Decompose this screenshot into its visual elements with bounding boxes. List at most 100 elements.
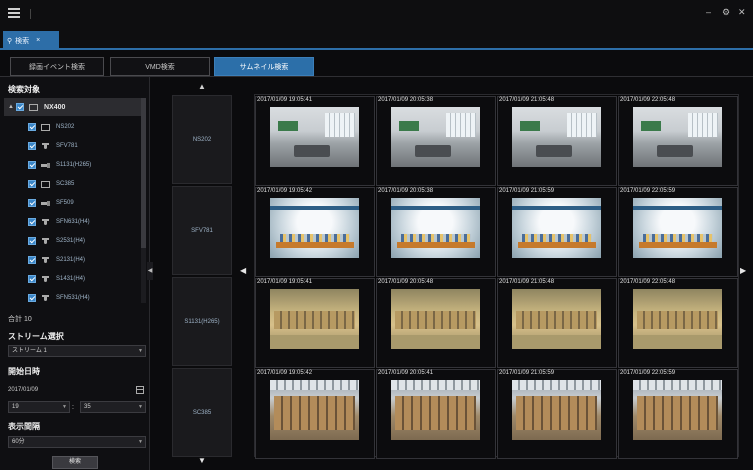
- thumbnail-image[interactable]: [633, 380, 722, 440]
- tree-item[interactable]: SFV781: [4, 137, 144, 155]
- calendar-icon[interactable]: [136, 386, 144, 394]
- scene-floor: [391, 335, 480, 349]
- row-camera-label: NS202: [172, 95, 232, 184]
- dome-camera-icon: [41, 218, 50, 226]
- tab-close-icon[interactable]: ×: [36, 37, 40, 44]
- next-arrow-icon[interactable]: ▶: [740, 266, 746, 275]
- checkbox[interactable]: [28, 142, 36, 150]
- tree-item[interactable]: S2531(H4): [4, 232, 144, 250]
- recorder-icon: [29, 103, 38, 111]
- minimize-icon[interactable]: –: [706, 8, 711, 17]
- thumbnail-cell[interactable]: 2017/01/09 19:05:42: [255, 187, 375, 277]
- scene-window: [688, 113, 718, 137]
- scene-beam: [633, 206, 722, 210]
- collapse-panel-handle[interactable]: ◀: [147, 262, 153, 280]
- stream-select-title: ストリーム選択: [8, 332, 64, 341]
- checkbox[interactable]: [28, 123, 36, 131]
- checkbox[interactable]: [28, 161, 36, 169]
- mode-tab-recorded-event[interactable]: 録画イベント検索: [10, 57, 104, 76]
- thumbnail-cell[interactable]: 2017/01/09 21:05:48: [497, 278, 617, 368]
- thumbnail-timestamp: 2017/01/09 20:05:38: [378, 188, 434, 194]
- scroll-down-arrow-icon[interactable]: ▼: [198, 456, 206, 465]
- settings-icon[interactable]: ⚙: [722, 8, 730, 17]
- thumbnail-cell[interactable]: 2017/01/09 21:05:48: [497, 96, 617, 186]
- thumbnail-cell[interactable]: 2017/01/09 22:05:48: [618, 96, 738, 186]
- checkbox[interactable]: [28, 180, 36, 188]
- thumbnail-image[interactable]: [270, 107, 359, 167]
- thumbnail-cell[interactable]: 2017/01/09 22:05:59: [618, 187, 738, 277]
- tree-item-label: S2531(H4): [56, 238, 86, 244]
- tree-item[interactable]: S1131(H265): [4, 156, 144, 174]
- checkbox[interactable]: [28, 218, 36, 226]
- checkbox[interactable]: [28, 294, 36, 302]
- tree-item[interactable]: NS202: [4, 118, 144, 136]
- expand-icon[interactable]: ▲: [8, 104, 16, 110]
- hamburger-menu-icon[interactable]: [8, 8, 20, 18]
- scene-people: [401, 234, 471, 242]
- stream-select[interactable]: ストリーム 1 ▼: [8, 345, 146, 357]
- checkbox[interactable]: [28, 256, 36, 264]
- thumbnail-cell[interactable]: 2017/01/09 21:05:59: [497, 369, 617, 459]
- scene-table: [657, 145, 693, 157]
- thumbnail-image[interactable]: [391, 380, 480, 440]
- tree-scroll-thumb[interactable]: [141, 98, 146, 248]
- search-button[interactable]: 検索: [52, 456, 98, 469]
- thumbnail-image[interactable]: [391, 289, 480, 349]
- scene-board: [520, 121, 540, 131]
- thumbnail-image[interactable]: [391, 198, 480, 258]
- mode-tab-vmd[interactable]: VMD検索: [110, 57, 210, 76]
- thumbnail-image[interactable]: [512, 107, 601, 167]
- thumbnail-image[interactable]: [512, 380, 601, 440]
- previous-arrow-icon[interactable]: ◀: [240, 266, 246, 275]
- start-minute-select[interactable]: 35 ▼: [80, 401, 146, 413]
- dome-camera-icon: [41, 256, 50, 264]
- thumbnail-cell[interactable]: 2017/01/09 22:05:59: [618, 369, 738, 459]
- thumbnail-image[interactable]: [391, 107, 480, 167]
- thumbnail-image[interactable]: [270, 198, 359, 258]
- thumbnail-image[interactable]: [512, 289, 601, 349]
- scene-ceiling: [633, 380, 722, 390]
- thumbnail-cell[interactable]: 2017/01/09 19:05:42: [255, 369, 375, 459]
- tree-item-label: NS202: [56, 124, 75, 130]
- tree-item[interactable]: SFN531(H4): [4, 289, 144, 303]
- checkbox[interactable]: [28, 275, 36, 283]
- start-date-value[interactable]: 2017/01/09: [8, 387, 38, 393]
- scroll-up-arrow-icon[interactable]: ▲: [198, 82, 206, 91]
- close-icon[interactable]: ✕: [738, 8, 746, 17]
- time-colon: :: [72, 404, 74, 411]
- tree-scrollbar[interactable]: [141, 98, 146, 303]
- tree-item[interactable]: SFN631(H4): [4, 213, 144, 231]
- tab-search[interactable]: ⚲ 検索 ×: [3, 31, 59, 50]
- thumbnail-cell[interactable]: 2017/01/09 20:05:48: [376, 278, 496, 368]
- scene-ceiling: [270, 380, 359, 390]
- checkbox[interactable]: [28, 237, 36, 245]
- thumbnail-image[interactable]: [512, 198, 601, 258]
- checkbox-root[interactable]: [16, 103, 24, 111]
- tree-item[interactable]: S1431(H4): [4, 270, 144, 288]
- thumbnail-cell[interactable]: 2017/01/09 20:05:38: [376, 96, 496, 186]
- thumbnail-cell[interactable]: 2017/01/09 19:05:41: [255, 278, 375, 368]
- start-hour-select[interactable]: 19 ▼: [8, 401, 70, 413]
- checkbox[interactable]: [28, 199, 36, 207]
- mode-tab-thumbnail[interactable]: サムネイル検索: [214, 57, 314, 76]
- thumbnail-timestamp: 2017/01/09 21:05:48: [499, 97, 555, 103]
- thumbnail-image[interactable]: [633, 289, 722, 349]
- thumbnail-cell[interactable]: 2017/01/09 21:05:59: [497, 187, 617, 277]
- thumbnail-cell[interactable]: 2017/01/09 19:05:41: [255, 96, 375, 186]
- thumbnail-cell[interactable]: 2017/01/09 20:05:38: [376, 187, 496, 277]
- search-target-title: 検索対象: [8, 85, 40, 94]
- thumbnail-image[interactable]: [633, 107, 722, 167]
- thumbnail-cell[interactable]: 2017/01/09 20:05:41: [376, 369, 496, 459]
- thumbnail-image[interactable]: [633, 198, 722, 258]
- tree-item-label: S2131(H4): [56, 257, 86, 263]
- tree-item[interactable]: SC385: [4, 175, 144, 193]
- tree-item[interactable]: SF509: [4, 194, 144, 212]
- thumbnail-image[interactable]: [270, 289, 359, 349]
- tree-item-label: SFN531(H4): [56, 295, 90, 301]
- tree-root[interactable]: ▲ NX400: [4, 98, 144, 116]
- display-interval-select[interactable]: 60分 ▼: [8, 436, 146, 448]
- tree-item[interactable]: S2131(H4): [4, 251, 144, 269]
- thumbnail-cell[interactable]: 2017/01/09 22:05:48: [618, 278, 738, 368]
- chevron-down-icon: ▼: [138, 348, 143, 354]
- thumbnail-image[interactable]: [270, 380, 359, 440]
